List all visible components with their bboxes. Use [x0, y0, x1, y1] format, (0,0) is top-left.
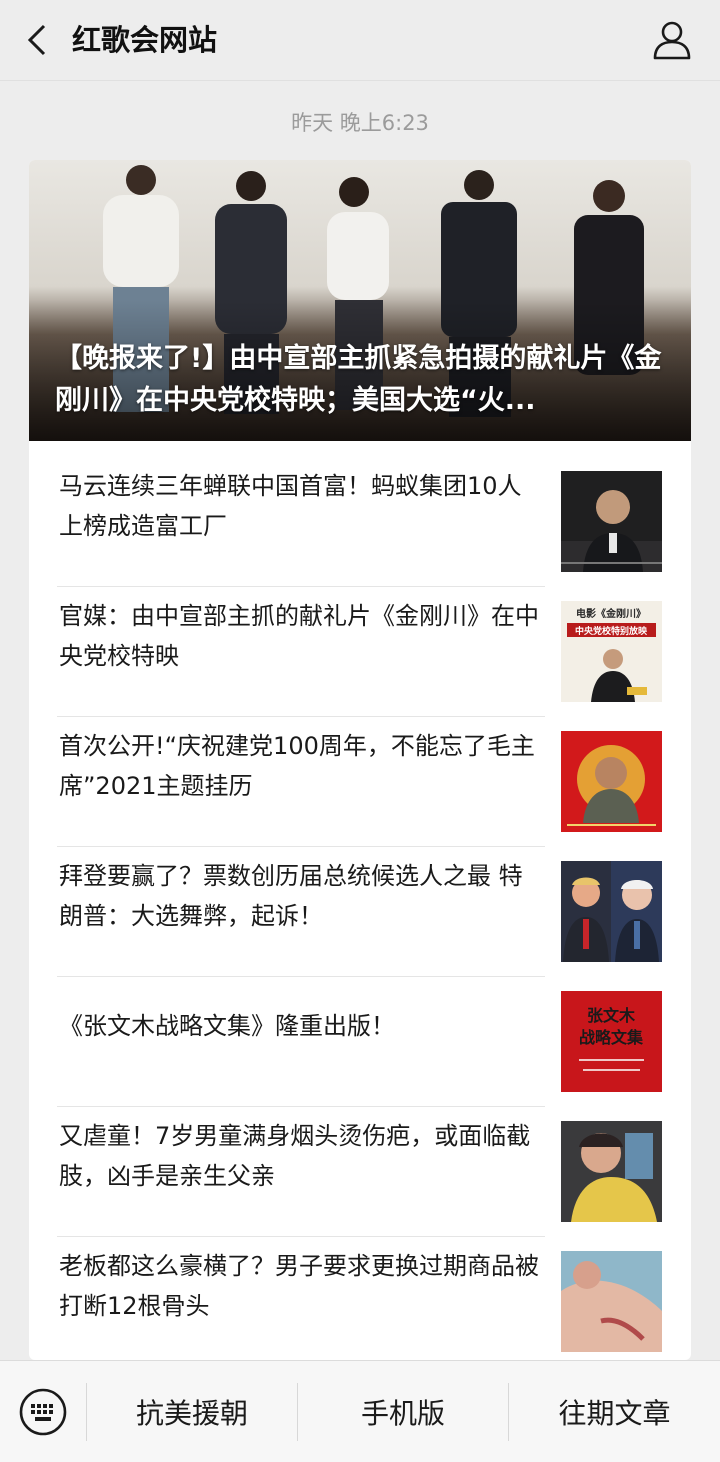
article-title: 首次公开!“庆祝建党100周年，不能忘了毛主席”2021主题挂历	[59, 732, 535, 800]
back-button[interactable]	[20, 20, 60, 60]
top-navigation-bar: 红歌会网站	[0, 0, 720, 81]
article-title: 官媒：由中宣部主抓的献礼片《金刚川》在中央党校特映	[59, 602, 539, 670]
chevron-left-icon	[27, 24, 46, 56]
article-thumbnail	[561, 471, 662, 572]
message-timestamp: 昨天 晚上6:23	[291, 111, 429, 135]
article-title: 马云连续三年蝉联中国首富！蚂蚁集团10人上榜成造富工厂	[59, 472, 522, 540]
menu-item-past-articles[interactable]: 往期文章	[509, 1361, 720, 1462]
article-item[interactable]: 马云连续三年蝉联中国首富！蚂蚁集团10人上榜成造富工厂	[29, 441, 691, 587]
user-profile-icon	[653, 21, 691, 60]
article-item[interactable]: 首次公开!“庆祝建党100周年，不能忘了毛主席”2021主题挂历	[29, 701, 691, 847]
article-title: 《张文木战略文集》隆重出版！	[59, 1012, 395, 1040]
article-thumbnail	[561, 731, 662, 832]
thumbnail-caption: 中央党校特别放映	[575, 625, 648, 637]
article-thumbnail: 张文木 战略文集	[561, 991, 662, 1092]
article-thumbnail: 电影《金刚川》 中央党校特别放映	[561, 601, 662, 702]
article-item[interactable]: 拜登要赢了？票数创历届总统候选人之最 特朗普：大选舞弊，起诉！	[29, 831, 691, 977]
article-thumbnail	[561, 1121, 662, 1222]
article-item[interactable]: 《张文木战略文集》隆重出版！ 张文木 战略文集	[29, 961, 691, 1107]
book-cover-author: 张文木	[587, 1006, 636, 1025]
book-cover-title: 战略文集	[579, 1028, 644, 1047]
article-item[interactable]: 官媒：由中宣部主抓的献礼片《金刚川》在中央党校特映 电影《金刚川》 中央党校特别…	[29, 571, 691, 717]
menu-item-mobile-version[interactable]: 手机版	[298, 1361, 508, 1462]
page-title: 红歌会网站	[72, 23, 218, 57]
article-title: 老板都这么豪横了？男子要求更换过期商品被打断12根骨头	[59, 1252, 539, 1320]
article-title: 拜登要赢了？票数创历届总统候选人之最 特朗普：大选舞弊，起诉！	[59, 862, 523, 930]
menu-item-kangmei-yuanchao[interactable]: 抗美援朝	[87, 1361, 297, 1462]
keyboard-icon	[19, 1388, 67, 1436]
hero-article[interactable]: 【晚报来了!】由中宣部主抓紧急拍摄的献礼片《金刚川》在中央党校特映；美国大选“火…	[29, 160, 691, 441]
profile-button[interactable]	[650, 18, 694, 62]
keyboard-toggle-button[interactable]	[18, 1387, 68, 1437]
article-item[interactable]: 又虐童！7岁男童满身烟头烫伤疤，或面临截肢，凶手是亲生父亲	[29, 1091, 691, 1237]
thumbnail-caption: 电影《金刚川》	[576, 607, 646, 620]
hero-title: 【晚报来了!】由中宣部主抓紧急拍摄的献礼片《金刚川》在中央党校特映；美国大选“火…	[55, 343, 662, 416]
article-thumbnail	[561, 861, 662, 962]
bottom-menu-bar: 抗美援朝 手机版 往期文章	[0, 1360, 720, 1462]
article-item[interactable]: 老板都这么豪横了？男子要求更换过期商品被打断12根骨头	[29, 1221, 691, 1352]
article-thumbnail	[561, 1251, 662, 1352]
article-card: 【晚报来了!】由中宣部主抓紧急拍摄的献礼片《金刚川》在中央党校特映；美国大选“火…	[29, 160, 691, 1360]
article-title: 又虐童！7岁男童满身烟头烫伤疤，或面临截肢，凶手是亲生父亲	[59, 1122, 531, 1190]
